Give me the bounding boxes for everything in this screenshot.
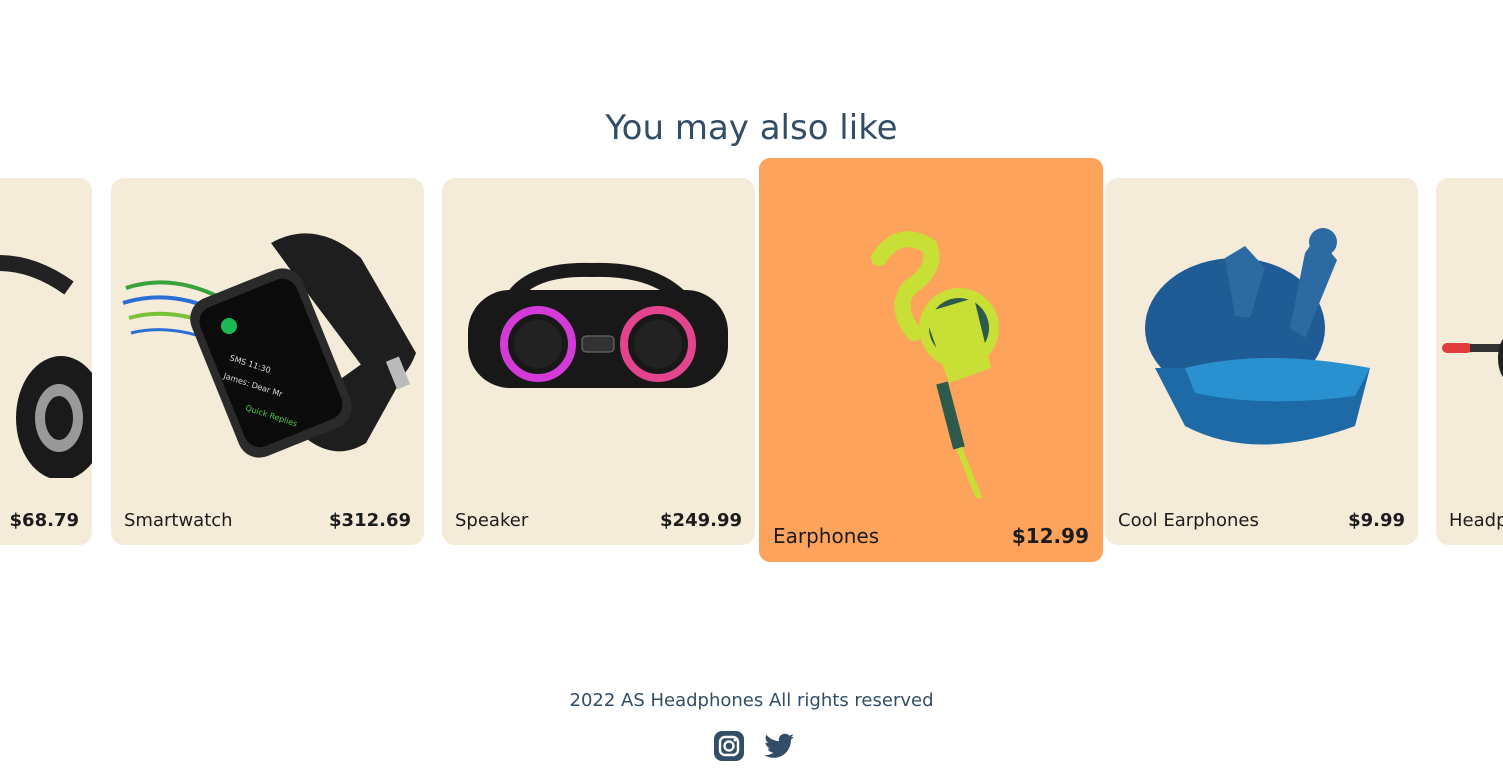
- product-price: $312.69: [329, 510, 411, 531]
- headphones-icon: [1442, 338, 1503, 378]
- product-price: $68.79: [9, 510, 79, 531]
- product-card[interactable]: SMS 11:30 James: Dear Mr Quick Replies S…: [111, 178, 424, 545]
- product-name: Earphones: [773, 524, 880, 548]
- product-card[interactable]: $68.79: [0, 178, 92, 545]
- social-links: [712, 729, 802, 765]
- product-price: $9.99: [1348, 510, 1405, 531]
- product-name: Cool Earphones: [1118, 510, 1259, 531]
- product-card[interactable]: Headphones: [1436, 178, 1503, 545]
- product-price: $249.99: [660, 510, 742, 531]
- product-name: Speaker: [455, 510, 529, 531]
- section-title: You may also like: [605, 108, 898, 148]
- product-card-active[interactable]: Earphones $12.99: [759, 158, 1103, 562]
- product-carousel[interactable]: $68.79 SMS 11:30 James: Dear Mr Quick Re…: [0, 158, 1503, 568]
- product-card[interactable]: Cool Earphones $9.99: [1105, 178, 1418, 545]
- product-price: $12.99: [1011, 524, 1089, 548]
- smartwatch-icon: SMS 11:30 James: Dear Mr Quick Replies: [122, 233, 416, 458]
- earbuds-case-icon: [1145, 228, 1370, 445]
- footer-copyright: 2022 AS Headphones All rights reserved: [569, 690, 934, 711]
- product-card[interactable]: Speaker $249.99: [442, 178, 755, 545]
- speaker-icon: [468, 262, 728, 388]
- earphones-icon: [871, 231, 999, 498]
- headphones-icon: [0, 255, 92, 478]
- product-name: Smartwatch: [124, 510, 233, 531]
- instagram-icon[interactable]: [712, 729, 746, 763]
- twitter-icon[interactable]: [762, 729, 796, 763]
- product-name: Headphones: [1449, 510, 1503, 531]
